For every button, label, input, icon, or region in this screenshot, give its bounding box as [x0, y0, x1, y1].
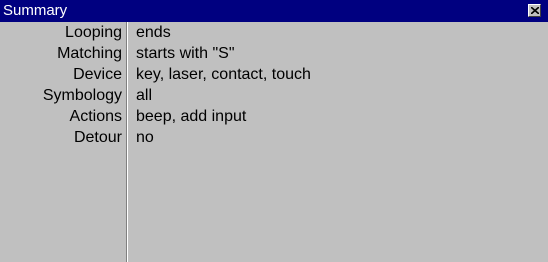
summary-row-actions: Actions beep, add input — [0, 106, 548, 127]
row-value: key, laser, contact, touch — [136, 66, 311, 83]
summary-row-looping: Looping ends — [0, 22, 548, 43]
row-label: Device — [73, 66, 122, 83]
row-label: Looping — [65, 24, 122, 41]
title-bar[interactable]: Summary — [0, 0, 548, 22]
close-icon — [531, 7, 539, 14]
window-title: Summary — [3, 2, 68, 19]
summary-window: Summary Looping ends Matching starts wit… — [0, 0, 548, 262]
row-value: no — [136, 129, 154, 146]
row-label: Detour — [73, 129, 122, 146]
summary-row-matching: Matching starts with "S" — [0, 43, 548, 64]
summary-row-symbology: Symbology all — [0, 85, 548, 106]
row-label: Matching — [57, 45, 122, 62]
row-label: Actions — [69, 108, 122, 125]
close-button[interactable] — [528, 4, 541, 17]
summary-row-detour: Detour no — [0, 127, 548, 148]
row-value: starts with "S" — [136, 45, 235, 62]
summary-row-device: Device key, laser, contact, touch — [0, 64, 548, 85]
summary-panel: Looping ends Matching starts with "S" De… — [0, 22, 548, 262]
row-value: beep, add input — [136, 108, 247, 125]
row-value: ends — [136, 24, 171, 41]
row-label: Symbology — [42, 87, 122, 104]
row-value: all — [136, 87, 153, 104]
